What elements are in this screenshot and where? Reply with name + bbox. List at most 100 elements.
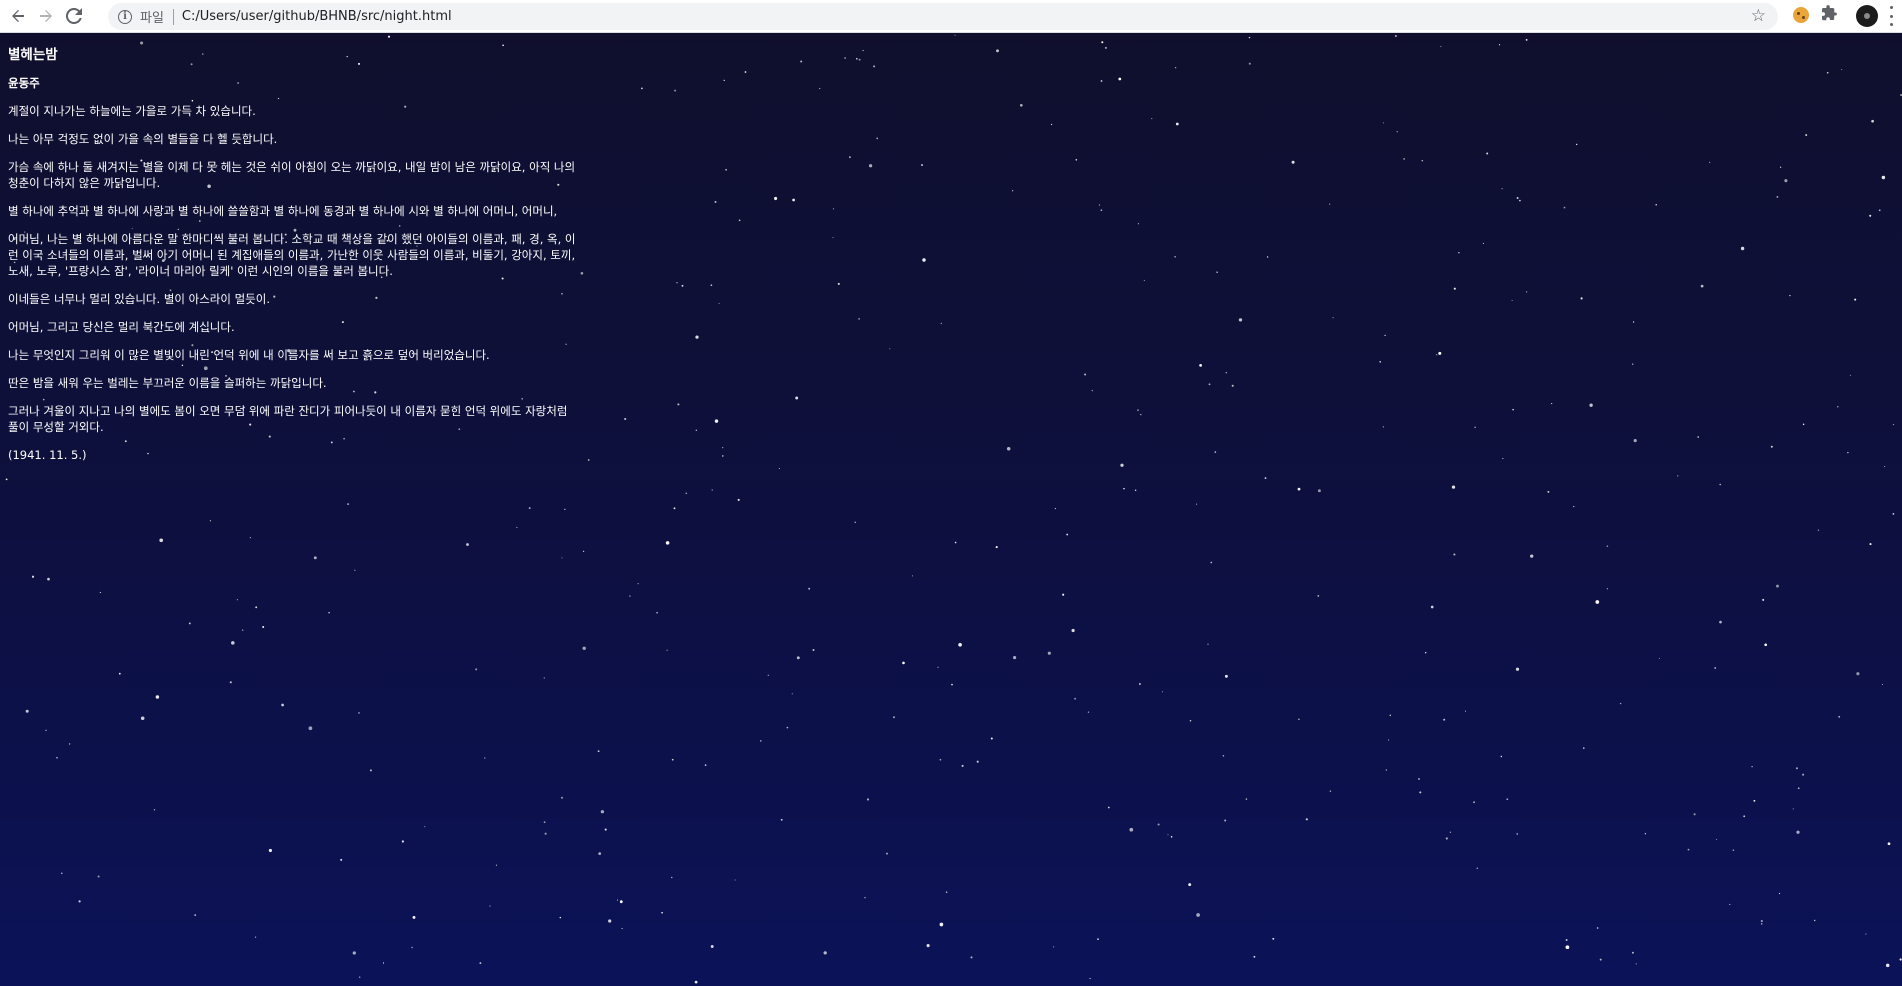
address-separator	[172, 8, 174, 25]
star	[1382, 426, 1384, 428]
star	[722, 447, 724, 449]
star	[1062, 593, 1065, 596]
star	[1403, 158, 1405, 160]
star	[466, 543, 469, 546]
star	[582, 646, 586, 651]
star	[767, 674, 770, 677]
profile-avatar[interactable]	[1856, 5, 1878, 27]
bookmark-star-icon[interactable]: ☆	[1751, 6, 1766, 26]
star	[665, 541, 670, 545]
star	[1272, 937, 1275, 940]
star	[559, 916, 562, 919]
star	[1565, 945, 1570, 950]
star	[939, 922, 944, 927]
star	[1631, 951, 1634, 954]
poem-stanza: 딴은 밤을 새워 우는 벌레는 부끄러운 이름을 슬퍼하는 까닭입니다.	[8, 376, 327, 390]
poem-stanza: 나는 아무 걱정도 없이 가을 속의 별들을 다 헬 듯합니다.	[8, 132, 278, 146]
star	[347, 503, 350, 506]
star	[1214, 451, 1217, 453]
star	[710, 945, 714, 948]
star	[1013, 656, 1017, 660]
star	[1175, 122, 1179, 126]
star	[937, 666, 939, 668]
poem-stanza: 계절이 지나가는 하늘에는 가을로 가득 차 있습니다.	[8, 104, 256, 118]
star	[1224, 819, 1227, 822]
star	[1188, 883, 1192, 887]
star	[1134, 489, 1137, 491]
star	[858, 318, 860, 320]
star	[1884, 466, 1886, 468]
star	[786, 726, 789, 729]
star	[475, 668, 478, 671]
star	[864, 896, 866, 899]
star	[1394, 34, 1397, 38]
star	[1729, 903, 1731, 905]
star	[495, 864, 497, 866]
star	[516, 526, 518, 528]
star	[791, 693, 793, 695]
star	[600, 810, 605, 814]
star	[1253, 955, 1256, 958]
star	[808, 587, 811, 590]
star	[1436, 354, 1438, 356]
extensions-puzzle-icon[interactable]	[1822, 5, 1838, 26]
url-text[interactable]: C:/Users/user/github/BHNB/src/night.html	[182, 9, 452, 24]
star	[1107, 806, 1110, 809]
star	[710, 284, 713, 287]
star	[1248, 62, 1251, 65]
star	[945, 891, 948, 893]
poem-date: (1941. 11. 5.)	[8, 448, 87, 462]
star	[1780, 166, 1782, 168]
browser-menu-icon[interactable]	[1890, 6, 1894, 26]
back-button[interactable]	[8, 6, 28, 26]
star	[1633, 439, 1637, 443]
star	[1482, 242, 1484, 244]
star	[995, 546, 998, 549]
forward-button[interactable]	[36, 6, 56, 26]
star	[340, 858, 343, 861]
star	[624, 417, 627, 421]
star	[1841, 69, 1843, 71]
star	[1887, 842, 1891, 846]
star	[1091, 389, 1093, 392]
star	[1899, 958, 1902, 961]
star	[1440, 45, 1442, 47]
star	[976, 760, 979, 763]
star	[1714, 667, 1717, 669]
star	[862, 49, 864, 52]
star	[1329, 790, 1332, 792]
star	[996, 49, 999, 53]
star	[1789, 294, 1791, 297]
star	[1297, 487, 1301, 491]
star	[254, 936, 257, 938]
cookie-extension-icon[interactable]	[1793, 7, 1809, 23]
star	[61, 872, 63, 874]
star	[564, 508, 566, 510]
scheme-label: 파일	[140, 11, 164, 26]
star	[637, 583, 639, 585]
star	[155, 695, 160, 699]
star	[1379, 360, 1382, 363]
star	[725, 168, 727, 171]
star	[424, 826, 426, 828]
star	[1140, 413, 1142, 416]
reload-button[interactable]	[64, 6, 84, 26]
info-icon[interactable]: i	[118, 9, 132, 24]
star	[479, 962, 482, 965]
star	[1530, 554, 1534, 558]
star	[1589, 403, 1593, 407]
address-bar[interactable]: i 파일 C:/Users/user/github/BHNB/src/night…	[108, 3, 1778, 30]
star	[774, 196, 778, 201]
star	[236, 599, 238, 601]
arrow-right-icon	[40, 10, 52, 22]
star	[819, 87, 821, 90]
star	[1074, 697, 1076, 700]
poem-author: 윤동주	[8, 76, 40, 90]
star	[671, 758, 674, 761]
star	[876, 137, 879, 140]
star	[1264, 477, 1267, 480]
star	[1573, 506, 1575, 508]
star	[1425, 652, 1427, 654]
star	[1385, 769, 1387, 771]
star	[1238, 318, 1243, 322]
